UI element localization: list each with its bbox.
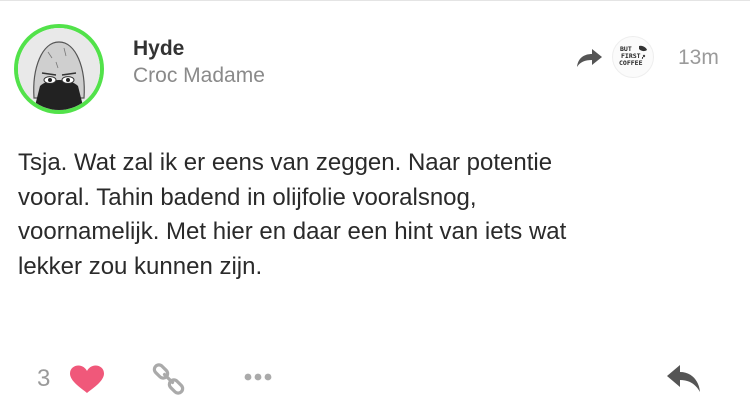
- like-count[interactable]: 3: [37, 365, 50, 393]
- heart-icon[interactable]: [68, 364, 106, 394]
- post-body: Tsja. Wat zal ik er eens van zeggen. Naa…: [18, 146, 718, 284]
- top-divider: [0, 0, 750, 1]
- coffee-logo-icon: BUT FIRST, COFFEE: [619, 45, 647, 67]
- user-avatar[interactable]: [14, 24, 104, 114]
- more-dots-icon[interactable]: [243, 370, 273, 384]
- post-timestamp: 13m: [678, 46, 719, 69]
- post-body-line: lekker zou kunnen zijn.: [18, 252, 263, 280]
- venue-logo[interactable]: BUT FIRST, COFFEE: [612, 36, 654, 78]
- link-icon[interactable]: [151, 361, 187, 397]
- post-subtitle[interactable]: Croc Madame: [133, 64, 265, 88]
- post-body-line: voornamelijk. Met hier en daar een hint …: [18, 218, 567, 245]
- share-arrow-icon[interactable]: [574, 46, 604, 70]
- post-author-name[interactable]: Hyde: [133, 37, 184, 61]
- post-body-line: vooral. Tahin badend in olijfolie vooral…: [18, 183, 477, 211]
- avatar-illustration: [18, 28, 100, 110]
- post-body-line: Tsja. Wat zal ik er eens van zeggen. Naa…: [18, 149, 553, 176]
- venue-logo-line-3: COFFEE: [619, 59, 643, 67]
- reply-arrow-icon[interactable]: [665, 363, 703, 395]
